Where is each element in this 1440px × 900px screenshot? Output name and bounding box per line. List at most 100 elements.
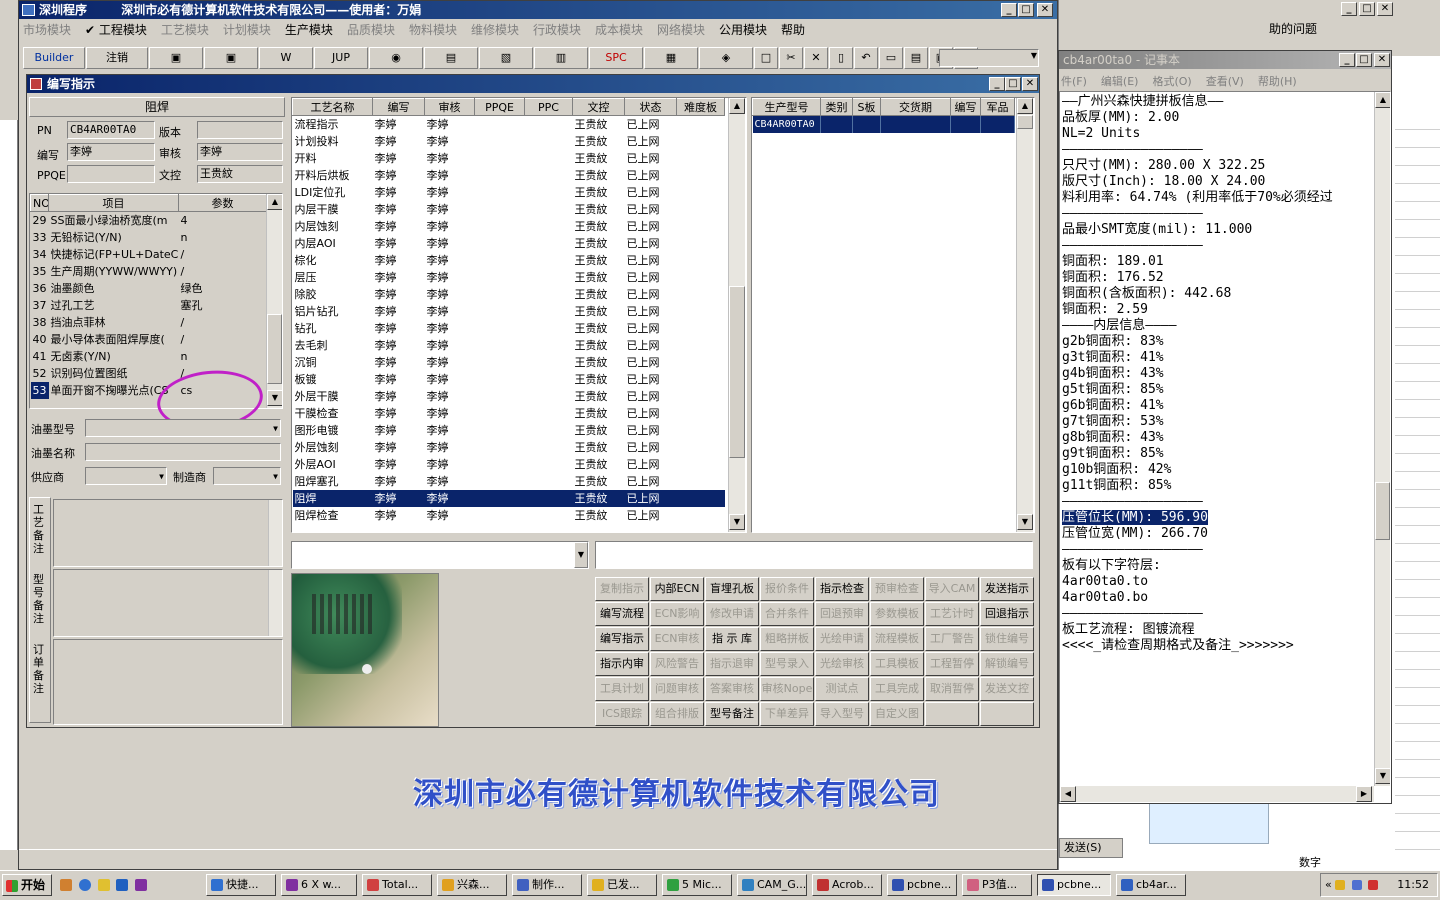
toolbar-button[interactable]: ▯	[829, 47, 853, 69]
main-close-button[interactable]: ✕	[1037, 3, 1053, 17]
toolbar-button[interactable]: ▤	[424, 47, 478, 69]
taskbar-task[interactable]: 5 Mic...	[662, 874, 732, 896]
dialog-maximize-button[interactable]: □	[1005, 77, 1021, 91]
menu-item[interactable]: 工艺模块	[161, 23, 209, 37]
action-button[interactable]: 发送文控	[980, 677, 1034, 701]
action-button[interactable]: ECN影响	[650, 602, 704, 626]
menu-item[interactable]: 网络模块	[657, 23, 705, 37]
table-row[interactable]: 沉铜 李婷 李婷 王贵紋 已上网	[293, 354, 725, 371]
action-button[interactable]: 导入CAM	[925, 577, 979, 601]
action-button[interactable]: 指 示 库	[705, 627, 759, 651]
supplier-select[interactable]: ▼	[85, 467, 167, 485]
menu-item[interactable]: 品质模块	[347, 23, 395, 37]
toolbar-button[interactable]: ↶	[854, 47, 878, 69]
action-button[interactable]: ICS跟踪	[595, 702, 649, 726]
toolbar-button[interactable]: W	[259, 47, 313, 69]
params-column-header[interactable]: 参数	[178, 194, 267, 212]
ink-model-select[interactable]: ▼	[85, 419, 281, 437]
action-button[interactable]: 答案审核	[705, 677, 759, 701]
taskbar-task[interactable]: 兴森...	[437, 874, 507, 896]
table-row[interactable]: 37 过孔工艺 塞孔	[31, 297, 267, 314]
notepad-menu-item[interactable]: 格式(O)	[1152, 75, 1191, 88]
toolbar-button[interactable]: ▥	[534, 47, 588, 69]
bg-maximize-button[interactable]: □	[1359, 2, 1375, 16]
taskbar-task[interactable]: cb4ar...	[1116, 874, 1186, 896]
menu-item[interactable]: 市场模块	[23, 23, 71, 37]
action-button[interactable]: 工艺计时	[925, 602, 979, 626]
action-button[interactable]: 工具完成	[870, 677, 924, 701]
process-column-header[interactable]: 文控	[572, 98, 625, 116]
wenkong-field[interactable]: 王贵紋	[197, 165, 283, 183]
action-button[interactable]: 参数模板	[870, 602, 924, 626]
craft-note-textarea[interactable]	[53, 499, 283, 567]
dialog-minimize-button[interactable]: _	[989, 77, 1005, 91]
toolbar-button[interactable]: ◈	[699, 47, 753, 69]
action-button[interactable]: 复制指示	[595, 577, 649, 601]
action-button[interactable]: 流程模板	[870, 627, 924, 651]
scroll-down-icon[interactable]: ▼	[1375, 768, 1390, 784]
menu-item[interactable]: 成本模块	[595, 23, 643, 37]
action-button[interactable]: 工厂警告	[925, 627, 979, 651]
taskbar-task[interactable]: 已发...	[587, 874, 657, 896]
notepad-editor[interactable]: ——广州兴森快捷拼板信息—— 品板厚(MM): 2.00 NL=2 Units ———…	[1059, 91, 1391, 803]
ppqe-field[interactable]	[67, 165, 155, 183]
tray-chat-icon[interactable]	[1351, 880, 1362, 890]
table-row[interactable]: CB4AR00TA0	[752, 115, 1015, 133]
scroll-up-icon[interactable]: ▲	[729, 98, 745, 114]
table-row[interactable]: 层压 李婷 李婷 王贵紋 已上网	[293, 269, 725, 286]
scroll-up-icon[interactable]: ▲	[1017, 98, 1033, 114]
model-column-header[interactable]: 编写	[950, 98, 981, 116]
action-button[interactable]: 解锁编号	[980, 652, 1034, 676]
menu-item[interactable]: 帮助	[781, 23, 805, 37]
process-column-header[interactable]: 状态	[624, 98, 677, 116]
model-column-header[interactable]: S板	[852, 98, 881, 116]
ink-name-field[interactable]	[85, 443, 281, 461]
author-field[interactable]: 李婷	[67, 143, 155, 161]
table-row[interactable]: 流程指示 李婷 李婷 王贵紋 已上网	[293, 116, 725, 133]
action-button[interactable]: 问题审核	[650, 677, 704, 701]
action-button[interactable]: 指示退审	[705, 652, 759, 676]
table-row[interactable]: 外层蚀刻 李婷 李婷 王贵紋 已上网	[293, 439, 725, 456]
params-scrollbar[interactable]: ▲ ▼	[266, 194, 282, 408]
action-button[interactable]: 自定义图	[870, 702, 924, 726]
action-button[interactable]: 修改申请	[705, 602, 759, 626]
ie-icon[interactable]	[78, 878, 91, 891]
action-button[interactable]: 编写流程	[595, 602, 649, 626]
table-row[interactable]: 钻孔 李婷 李婷 王贵紋 已上网	[293, 320, 725, 337]
model-scrollbar[interactable]: ▲ ▼	[1016, 98, 1033, 532]
table-row[interactable]: 内层干膜 李婷 李婷 王贵紋 已上网	[293, 201, 725, 218]
notepad-scrollbar[interactable]: ▲ ▼	[1374, 92, 1390, 786]
table-row[interactable]: 计划投料 李婷 李婷 王贵紋 已上网	[293, 133, 725, 150]
scroll-down-icon[interactable]: ▼	[1017, 514, 1033, 530]
clock-icon[interactable]	[97, 878, 110, 891]
apps-icon[interactable]	[60, 878, 72, 891]
taskbar-task[interactable]: 制作...	[512, 874, 582, 896]
scroll-left-icon[interactable]: ◀	[1060, 786, 1076, 802]
menu-item[interactable]: 物料模块	[409, 23, 457, 37]
send-button[interactable]: 发送(S)	[1059, 838, 1123, 858]
table-row[interactable]: 干膜检查 李婷 李婷 王贵紋 已上网	[293, 405, 725, 422]
taskbar-task[interactable]: pcbne...	[1037, 874, 1111, 896]
table-row[interactable]: 铝片钻孔 李婷 李婷 王贵紋 已上网	[293, 303, 725, 320]
table-row[interactable]: 去毛刺 李婷 李婷 王贵紋 已上网	[293, 337, 725, 354]
detail-field[interactable]	[595, 541, 1033, 569]
table-row[interactable]: 外层干膜 李婷 李婷 王贵紋 已上网	[293, 388, 725, 405]
version-field[interactable]	[197, 121, 283, 139]
process-column-header[interactable]: 审核	[424, 98, 475, 116]
menu-item[interactable]: 计划模块	[223, 23, 271, 37]
action-button[interactable]: 报价条件	[760, 577, 814, 601]
process-column-header[interactable]: 工艺名称	[292, 98, 373, 116]
taskbar-task[interactable]: pcbne...	[887, 874, 957, 896]
action-button[interactable]: 工具计划	[595, 677, 649, 701]
toolbar-button[interactable]: □	[754, 47, 778, 69]
taskbar-task[interactable]: Total...	[362, 874, 432, 896]
scroll-up-icon[interactable]: ▲	[267, 194, 282, 210]
toolbar-button[interactable]: ▭	[879, 47, 903, 69]
menu-item[interactable]: 生产模块	[285, 23, 333, 37]
table-row[interactable]: 33 无铅标记(Y/N) n	[31, 229, 267, 246]
model-column-header[interactable]: 类别	[820, 98, 853, 116]
params-column-header[interactable]: 项目	[48, 194, 179, 212]
process-column-header[interactable]: PPQE	[474, 98, 525, 116]
table-row[interactable]: 外层AOI 李婷 李婷 王贵紋 已上网	[293, 456, 725, 473]
toolbar-button[interactable]: ▤	[904, 47, 928, 69]
